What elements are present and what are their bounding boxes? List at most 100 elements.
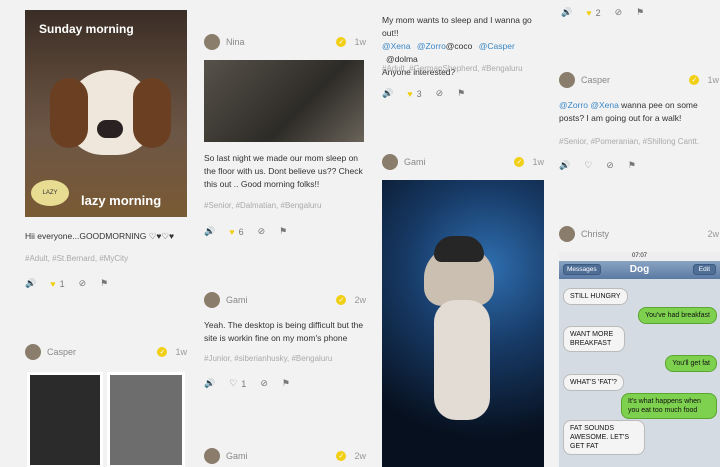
post-header: Casper ✓ 1w bbox=[25, 344, 187, 360]
post-tags[interactable]: #Senior, #Dalmatian, #Bengaluru bbox=[204, 201, 321, 210]
feed-column-2: Nina ✓ 1w So last night we made our mom … bbox=[200, 0, 380, 467]
dog-ear-left bbox=[50, 78, 88, 148]
bark-icon[interactable]: 🔊 bbox=[204, 378, 215, 389]
flag-icon[interactable]: ⚑ bbox=[100, 278, 108, 289]
share-icon[interactable]: ⊘ bbox=[258, 226, 266, 237]
like-count: 1 bbox=[59, 278, 65, 289]
share-icon[interactable]: ⊘ bbox=[260, 378, 268, 389]
mention-link[interactable]: @Xena bbox=[590, 100, 618, 110]
chat-screenshot-image[interactable]: 07:07 Messages Dog Edit STILL HUNGRY You… bbox=[559, 252, 720, 467]
verified-badge-icon: ✓ bbox=[336, 37, 347, 47]
avatar[interactable] bbox=[559, 72, 575, 88]
post-text: So last night we made our mom sleep on t… bbox=[204, 153, 363, 189]
author-name[interactable]: Christy bbox=[581, 229, 699, 239]
chat-bubble: STILL HUNGRY bbox=[563, 288, 628, 305]
post-tags[interactable]: #Junior, #siberianhusky, #Bengaluru bbox=[204, 354, 332, 363]
verified-badge-icon: ✓ bbox=[336, 451, 347, 461]
post-header: Casper ✓ 1w bbox=[559, 72, 719, 88]
image-caption-text: lazy morning bbox=[81, 193, 162, 208]
flag-icon[interactable]: ⚑ bbox=[282, 378, 290, 389]
heart-icon: ♥ bbox=[586, 7, 592, 18]
flag-icon[interactable]: ⚑ bbox=[636, 7, 644, 18]
mention-link[interactable]: @Zorro bbox=[417, 41, 446, 51]
post-time: 2w bbox=[354, 451, 366, 461]
bark-icon[interactable]: 🔊 bbox=[561, 7, 572, 18]
flag-icon[interactable]: ⚑ bbox=[457, 88, 465, 99]
share-icon[interactable]: ⊘ bbox=[606, 160, 614, 171]
post-header: Christy 2w bbox=[559, 226, 719, 242]
post-image[interactable] bbox=[27, 372, 103, 467]
author-name[interactable]: Gami bbox=[226, 295, 336, 305]
heart-icon: ♥ bbox=[229, 226, 235, 237]
post-image[interactable] bbox=[107, 372, 185, 467]
flag-icon[interactable]: ⚑ bbox=[279, 226, 287, 237]
share-icon[interactable]: ⊘ bbox=[436, 88, 444, 99]
like-count: 3 bbox=[416, 88, 422, 99]
flag-icon[interactable]: ⚑ bbox=[628, 160, 636, 171]
bark-icon[interactable]: 🔊 bbox=[559, 160, 570, 171]
like-button[interactable]: ♡ 1 bbox=[229, 378, 246, 389]
feed-column-4: 🔊 ♥ 2 ⊘ ⚑ Casper ✓ 1w @Zorro @Xena wanna … bbox=[555, 0, 720, 467]
avatar[interactable] bbox=[25, 344, 41, 360]
author-name[interactable]: Gami bbox=[404, 157, 514, 167]
author-name[interactable]: Gami bbox=[226, 451, 336, 461]
post-header: Nina ✓ 1w bbox=[204, 34, 366, 50]
bark-icon[interactable]: 🔊 bbox=[25, 278, 36, 289]
chat-bubble: FAT SOUNDS AWESOME. LET'S GET FAT bbox=[563, 420, 645, 455]
chat-bubble: WHAT'S 'FAT'? bbox=[563, 374, 624, 391]
avatar[interactable] bbox=[382, 154, 398, 170]
mention-link[interactable]: @Casper bbox=[479, 41, 515, 51]
post-image[interactable] bbox=[204, 60, 364, 142]
phone-nav-bar: Messages Dog Edit bbox=[559, 261, 720, 279]
post-card: Nina ✓ 1w So last night we made our mom … bbox=[204, 34, 366, 237]
avatar[interactable] bbox=[204, 34, 220, 50]
bark-icon[interactable]: 🔊 bbox=[382, 88, 393, 99]
post-time: 2w bbox=[354, 295, 366, 305]
author-name[interactable]: Nina bbox=[226, 37, 336, 47]
author-name[interactable]: Casper bbox=[47, 347, 157, 357]
chat-bubble: You'll get fat bbox=[665, 355, 717, 372]
lazy-logo: LAZY bbox=[31, 180, 69, 206]
feed-column-3: My mom wants to sleep and I wanna go out… bbox=[380, 0, 555, 467]
heart-icon: ♥ bbox=[407, 88, 413, 99]
like-button[interactable]: ♥ 6 bbox=[229, 227, 243, 237]
post-text-line: My mom wants to sleep and I wanna go out… bbox=[382, 15, 532, 38]
author-name[interactable]: Casper bbox=[581, 75, 689, 85]
post-actions: 🔊 ♥ 3 ⊘ ⚑ bbox=[382, 88, 479, 99]
post-actions: 🔊 ♥ 2 ⊘ ⚑ bbox=[561, 7, 658, 18]
like-button[interactable]: ♥ 1 bbox=[50, 279, 64, 289]
avatar[interactable] bbox=[204, 448, 220, 464]
dog-nose bbox=[97, 120, 123, 138]
post-tags[interactable]: #Adult, #GermanShepherd, #Bengaluru bbox=[382, 64, 523, 73]
post-actions: 🔊 ♡ 1 ⊘ ⚑ bbox=[204, 378, 304, 389]
post-tags[interactable]: #Senior, #Pomeranian, #Shillong Cantt. bbox=[559, 137, 699, 146]
post-card: Gami ✓ 2w Yeah. The desktop is being dif… bbox=[204, 292, 366, 389]
post-header: Gami ✓ 2w bbox=[204, 448, 366, 464]
avatar[interactable] bbox=[204, 292, 220, 308]
phone-status-bar: 07:07 bbox=[559, 252, 720, 261]
post-actions: 🔊 ♥ 6 ⊘ ⚑ bbox=[204, 226, 301, 237]
image-title-text: Sunday morning bbox=[39, 22, 134, 36]
like-count: 6 bbox=[238, 226, 244, 237]
post-header: Gami ✓ 2w bbox=[204, 292, 366, 308]
dog-chest bbox=[434, 300, 490, 420]
mention-link[interactable]: @Zorro bbox=[559, 100, 588, 110]
like-count: 2 bbox=[595, 7, 601, 18]
mention-link[interactable]: @Xena bbox=[382, 41, 410, 51]
like-button[interactable]: ♥ 2 bbox=[586, 8, 600, 18]
post-image[interactable] bbox=[382, 180, 544, 467]
post-actions: 🔊 ♥ 1 ⊘ ⚑ bbox=[25, 278, 122, 289]
share-icon[interactable]: ⊘ bbox=[79, 278, 87, 289]
avatar[interactable] bbox=[559, 226, 575, 242]
heart-icon: ♥ bbox=[50, 278, 56, 289]
share-icon[interactable]: ⊘ bbox=[615, 7, 623, 18]
post-actions: 🔊 ♡ ⊘ ⚑ bbox=[559, 160, 650, 171]
post-card: Sunday morning LAZY lazy morning Hii eve… bbox=[25, 10, 187, 289]
verified-badge-icon: ✓ bbox=[514, 157, 525, 167]
post-text: @Zorro @Xena wanna pee on some posts? I … bbox=[559, 99, 719, 125]
like-button[interactable]: ♡ bbox=[584, 160, 592, 171]
post-image[interactable]: Sunday morning LAZY lazy morning bbox=[25, 10, 187, 217]
like-button[interactable]: ♥ 3 bbox=[407, 89, 421, 99]
bark-icon[interactable]: 🔊 bbox=[204, 226, 215, 237]
post-tags[interactable]: #Adult, #St.Bernard, #MyCity bbox=[25, 254, 128, 263]
